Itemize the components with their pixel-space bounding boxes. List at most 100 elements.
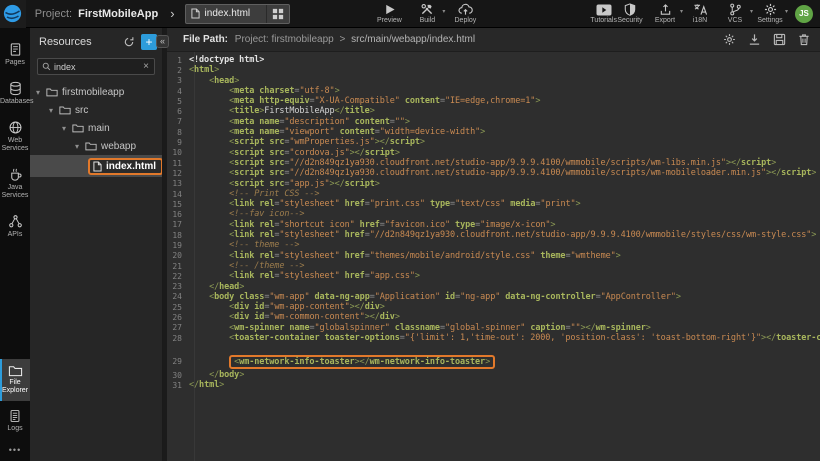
- web-services-icon: [8, 120, 23, 135]
- code-editor[interactable]: 1<!doctype html>2<html>3 <head>4 <meta c…: [167, 52, 820, 461]
- toolbar-right-group: Security ▾ Export i18N: [617, 3, 820, 24]
- code-line[interactable]: 21 <!-- /theme -->: [167, 261, 820, 271]
- code-line[interactable]: 25 <div id="wm-app-content"></div>: [167, 302, 820, 312]
- sidebar-item-pages[interactable]: Pages: [0, 37, 30, 73]
- code-line[interactable]: 4 <meta charset="utf-8">: [167, 86, 820, 96]
- clear-search-icon[interactable]: ×: [142, 61, 150, 72]
- code-line[interactable]: 2<html>: [167, 65, 820, 75]
- code-line[interactable]: 23 </head>: [167, 282, 820, 292]
- build-label: Build: [420, 17, 436, 24]
- code-line[interactable]: 22 <link rel="stylesheet" href="app.css"…: [167, 271, 820, 281]
- code-line[interactable]: 29 <wm-network-info-toaster></wm-network…: [167, 354, 820, 370]
- code-line[interactable]: 3 <head>: [167, 76, 820, 86]
- code-line[interactable]: 6 <title>FirstMobileApp</title>: [167, 106, 820, 116]
- i18n-button[interactable]: i18N: [687, 3, 713, 24]
- code-line[interactable]: 30 </body>: [167, 370, 820, 380]
- sidebar-item-file-explorer[interactable]: File Explorer: [0, 359, 30, 401]
- code-line[interactable]: 13 <script src="app.js"></script>: [167, 179, 820, 189]
- security-button[interactable]: Security: [617, 3, 643, 24]
- sidebar-item-apis[interactable]: APIs: [0, 209, 30, 245]
- folder-icon: [85, 141, 97, 151]
- download-icon[interactable]: [748, 33, 761, 46]
- wavemaker-logo-icon: [3, 4, 22, 23]
- export-button[interactable]: ▾ Export: [652, 3, 678, 24]
- line-number: 23: [167, 282, 189, 291]
- build-tools-icon: [420, 3, 434, 16]
- code-line[interactable]: 31</html>: [167, 380, 820, 390]
- add-resource-button[interactable]: +: [141, 34, 157, 50]
- code-line[interactable]: 27 <wm-spinner name="globalspinner" clas…: [167, 323, 820, 333]
- caret-down-icon[interactable]: ▾: [49, 106, 59, 115]
- refresh-icon[interactable]: [123, 36, 135, 48]
- gear-icon: [764, 3, 777, 16]
- sidebar-item-databases[interactable]: Databases: [0, 76, 30, 112]
- code-line[interactable]: 17 <link rel="shortcut icon" href="favic…: [167, 220, 820, 230]
- code-line[interactable]: 5 <meta http-equiv="X-UA-Compatible" con…: [167, 96, 820, 106]
- code-line[interactable]: [167, 343, 820, 353]
- code-line[interactable]: 7 <meta name="description" content="">: [167, 117, 820, 127]
- code-line[interactable]: 10 <script src="cordova.js"></script>: [167, 148, 820, 158]
- line-number: 11: [167, 159, 189, 168]
- filepath-project: Project: firstmobileapp: [235, 34, 334, 45]
- tutorials-button[interactable]: Tutorials: [590, 4, 617, 24]
- code-line[interactable]: 19 <!-- theme -->: [167, 240, 820, 250]
- sidebar-item-web-services[interactable]: Web Services: [0, 115, 30, 159]
- i18n-translate-icon: [693, 3, 708, 16]
- code-line[interactable]: 11 <script src="//d2n849qz1ya930.cloudfr…: [167, 158, 820, 168]
- tree-item-firstmobileapp[interactable]: ▾firstmobileapp: [30, 83, 162, 101]
- tab-label: index.html: [205, 8, 267, 19]
- play-icon: [383, 3, 396, 16]
- vcs-button[interactable]: ▾ VCS: [722, 3, 748, 24]
- editor-settings-gear-icon[interactable]: [723, 33, 736, 46]
- line-number: 26: [167, 313, 189, 322]
- filepath-path: src/main/webapp/index.html: [351, 34, 475, 45]
- code-line[interactable]: 1<!doctype html>: [167, 55, 820, 65]
- code-line[interactable]: 28 <toaster-container toaster-options="{…: [167, 333, 820, 343]
- file-icon: [191, 8, 200, 19]
- code-line[interactable]: 24 <body class="wm-app" data-ng-app="App…: [167, 292, 820, 302]
- tab-index-html[interactable]: index.html: [185, 4, 291, 24]
- tree-item-main[interactable]: ▾main: [30, 119, 162, 137]
- line-number: 14: [167, 190, 189, 199]
- code-line[interactable]: 16 <!--fav icon-->: [167, 209, 820, 219]
- tree-item-index.html[interactable]: index.html: [30, 155, 162, 177]
- delete-trash-icon[interactable]: [798, 33, 810, 46]
- line-number: 6: [167, 107, 189, 116]
- code-lines: 1<!doctype html>2<html>3 <head>4 <meta c…: [167, 55, 820, 391]
- save-icon[interactable]: [773, 33, 786, 46]
- resources-title: Resources: [39, 36, 123, 48]
- tree-item-src[interactable]: ▾src: [30, 101, 162, 119]
- code-line[interactable]: 20 <link rel="stylesheet" href="themes/m…: [167, 251, 820, 261]
- annotation-box: index.html: [88, 158, 162, 175]
- code-line[interactable]: 8 <meta name="viewport" content="width=d…: [167, 127, 820, 137]
- tab-grid-icon[interactable]: [266, 5, 289, 23]
- code-line[interactable]: 26 <div id="wm-common-content"></div>: [167, 312, 820, 322]
- sidebar-more-button[interactable]: •••: [9, 439, 21, 461]
- chevron-right-icon[interactable]: ›: [170, 6, 174, 21]
- caret-down-icon[interactable]: ▾: [36, 88, 46, 97]
- collapse-panel-icon[interactable]: «: [156, 35, 169, 48]
- pages-icon: [8, 42, 23, 57]
- code-line[interactable]: 12 <script src="//d2n849qz1ya930.cloudfr…: [167, 168, 820, 178]
- tree-item-webapp[interactable]: ▾webapp: [30, 137, 162, 155]
- deploy-button[interactable]: Deploy: [452, 3, 478, 24]
- toolbar-mid-group: Tutorials: [590, 4, 617, 24]
- resource-search[interactable]: ×: [37, 58, 155, 75]
- chevron-down-icon: ▾: [750, 8, 753, 15]
- build-button[interactable]: ▾ Build: [414, 3, 440, 24]
- sidebar-item-java-services[interactable]: Java Services: [0, 162, 30, 206]
- app-logo[interactable]: [0, 0, 26, 28]
- settings-button[interactable]: ▾ Settings: [757, 3, 783, 24]
- caret-down-icon[interactable]: ▾: [62, 124, 72, 133]
- code-line[interactable]: 18 <link rel="stylesheet" href="//d2n849…: [167, 230, 820, 240]
- preview-button[interactable]: Preview: [376, 3, 402, 24]
- search-input[interactable]: [54, 62, 142, 72]
- filepath-prefix: File Path:: [183, 34, 228, 45]
- code-line[interactable]: 9 <script src="wmProperties.js"></script…: [167, 137, 820, 147]
- line-number: 17: [167, 220, 189, 229]
- caret-down-icon[interactable]: ▾: [75, 142, 85, 151]
- sidebar-item-logs[interactable]: Logs: [0, 404, 30, 439]
- code-line[interactable]: 15 <link rel="stylesheet" href="print.cs…: [167, 199, 820, 209]
- code-line[interactable]: 14 <!-- Print CSS -->: [167, 189, 820, 199]
- user-avatar[interactable]: JS: [795, 5, 813, 23]
